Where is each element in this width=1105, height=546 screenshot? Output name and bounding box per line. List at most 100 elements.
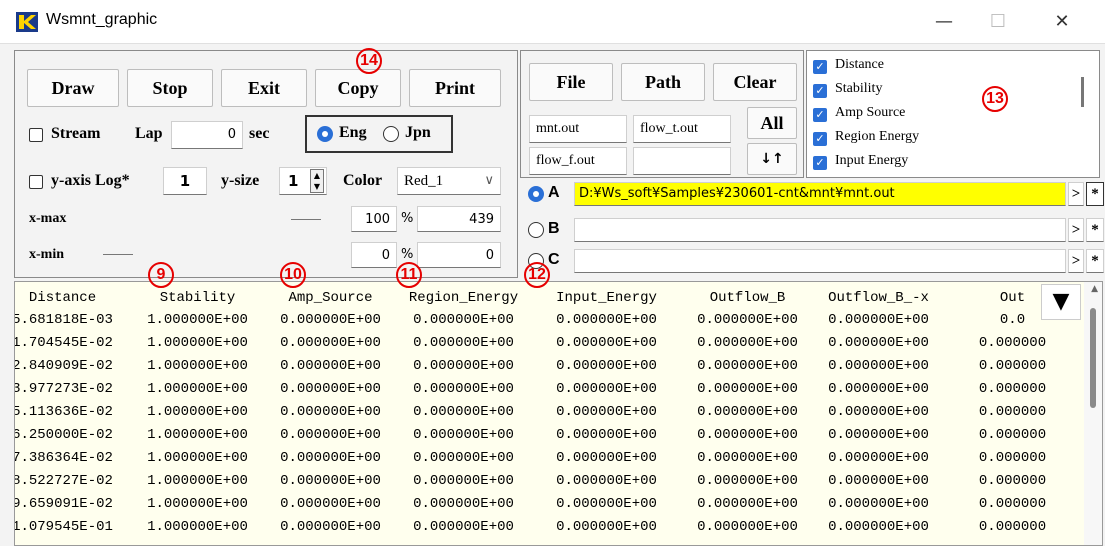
dropdown-triangle-icon[interactable]: ▼ <box>1041 284 1081 320</box>
series-checkbox[interactable]: ✓ <box>813 60 827 74</box>
data-table: Distance Stability Amp_Source Region_Energy… <box>14 281 1103 546</box>
control-panel: Draw Stop Exit Copy Print Stream Lap 0 s… <box>14 50 518 278</box>
table-cell: 0.000000 <box>978 473 1047 489</box>
draw-button[interactable]: Draw <box>27 69 119 107</box>
ylog-checkbox[interactable] <box>29 175 43 189</box>
path-a-star-button[interactable]: * <box>1086 182 1104 206</box>
column-header[interactable]: Distance <box>15 290 130 306</box>
series-checkbox[interactable]: ✓ <box>813 108 827 122</box>
path-c-input[interactable] <box>574 249 1066 273</box>
ysize-spinner-icon[interactable]: ▲ ▼ <box>310 169 324 193</box>
path-button[interactable]: Path <box>621 63 705 101</box>
ylog-input[interactable]: 1 <box>163 167 207 195</box>
path-a-input[interactable]: D:¥Ws_soft¥Samples¥230601-cnt&mnt¥mnt.ou… <box>574 182 1066 206</box>
table-cell: 1.000000E+00 <box>147 519 248 535</box>
series-label: Amp Source <box>835 105 906 120</box>
ysize-label: y-size <box>221 172 260 189</box>
series-checkbox[interactable]: ✓ <box>813 156 827 170</box>
stream-checkbox[interactable] <box>29 128 43 142</box>
xmin-value[interactable]: 0 <box>417 242 501 268</box>
table-cell: 0.000000E+00 <box>413 473 514 489</box>
xmax-slider[interactable] <box>291 219 321 220</box>
color-select[interactable]: Red_1 ∨ <box>397 167 501 195</box>
close-button[interactable]: ✕ <box>1040 6 1084 38</box>
lap-input[interactable]: 0 <box>171 121 243 149</box>
sec-label: sec <box>249 125 270 142</box>
table-cell: 0.000000E+00 <box>556 381 657 397</box>
table-cell: 0.000000E+00 <box>828 312 929 328</box>
series-label: Input Energy <box>835 153 909 168</box>
table-cell: 0.000000E+00 <box>828 335 929 351</box>
table-cell: 2.840909E-02 <box>14 358 113 374</box>
minimize-button[interactable]: — <box>922 6 966 38</box>
scroll-thumb[interactable] <box>1090 308 1096 408</box>
column-header[interactable]: Region_Energy <box>396 290 531 306</box>
flow-f-out-field[interactable]: flow_f.out <box>529 147 627 175</box>
table-cell: 1.000000E+00 <box>147 427 248 443</box>
column-header[interactable]: Stability <box>130 290 265 306</box>
table-cell: 0.000000E+00 <box>828 358 929 374</box>
path-b-arrow-button[interactable]: > <box>1068 218 1084 242</box>
xmax-value[interactable]: 439 <box>417 206 501 232</box>
series-scrollbar[interactable] <box>1081 77 1084 107</box>
series-checkbox[interactable]: ✓ <box>813 132 827 146</box>
flow-t-out-field[interactable]: flow_t.out <box>633 115 731 143</box>
table-cell: 0.000000E+00 <box>697 450 798 466</box>
column-header[interactable]: Outflow_B <box>680 290 815 306</box>
table-cell: 0.000000E+00 <box>697 404 798 420</box>
maximize-button[interactable]: ☐ <box>976 6 1020 38</box>
table-cell: 1.000000E+00 <box>147 496 248 512</box>
path-a-arrow-button[interactable]: > <box>1068 182 1084 206</box>
clear-button[interactable]: Clear <box>713 63 797 101</box>
xmax-percent[interactable]: 100 <box>351 206 397 232</box>
copy-button[interactable]: Copy <box>315 69 401 107</box>
mnt-out-field[interactable]: mnt.out <box>529 115 627 143</box>
eng-radio[interactable] <box>317 126 333 142</box>
scroll-up-icon[interactable]: ▲ <box>1091 284 1098 294</box>
table-cell: 0.000000E+00 <box>280 519 381 535</box>
path-b-input[interactable] <box>574 218 1066 242</box>
table-cell: 0.000000E+00 <box>280 404 381 420</box>
column-header[interactable]: Outflow_B_-x <box>811 290 946 306</box>
table-cell: 0.000000E+00 <box>697 519 798 535</box>
series-checkbox[interactable]: ✓ <box>813 84 827 98</box>
print-button[interactable]: Print <box>409 69 501 107</box>
xmin-percent[interactable]: 0 <box>351 242 397 268</box>
column-header[interactable]: Amp_Source <box>263 290 398 306</box>
table-cell: 1.000000E+00 <box>147 473 248 489</box>
file-button[interactable]: File <box>529 63 613 101</box>
series-label: Stability <box>835 81 883 96</box>
table-cell: 6.250000E-02 <box>14 427 113 443</box>
swap-button[interactable]: ↓↑ <box>747 143 797 175</box>
table-cell: 5.113636E-02 <box>14 404 113 420</box>
color-label: Color <box>343 172 383 189</box>
path-b-star-button[interactable]: * <box>1086 218 1104 242</box>
radio-b[interactable] <box>528 222 544 238</box>
table-cell: 0.000000E+00 <box>556 450 657 466</box>
path-c-arrow-button[interactable]: > <box>1068 249 1084 273</box>
table-cell: 1.000000E+00 <box>147 450 248 466</box>
radio-a[interactable] <box>528 186 544 202</box>
table-cell: 0.000000 <box>978 519 1047 535</box>
table-cell: 0.000000E+00 <box>828 427 929 443</box>
all-button[interactable]: All <box>747 107 797 139</box>
table-cell: 0.000000E+00 <box>556 404 657 420</box>
flow-f-value-field[interactable] <box>633 147 731 175</box>
xmin-label: x-min <box>29 247 64 262</box>
eng-label: Eng <box>339 124 367 141</box>
path-c-star-button[interactable]: * <box>1086 249 1104 273</box>
stop-button[interactable]: Stop <box>127 69 213 107</box>
series-list: ✓ Distance ✓ Stability ✓ Amp Source ✓ Region En… <box>806 50 1100 178</box>
path-b-label: B <box>548 220 560 237</box>
table-cell: 0.000000E+00 <box>697 381 798 397</box>
exit-button[interactable]: Exit <box>221 69 307 107</box>
table-cell: 1.000000E+00 <box>147 335 248 351</box>
table-cell: 0.000000E+00 <box>556 358 657 374</box>
table-cell: 0.000000E+00 <box>413 335 514 351</box>
column-header[interactable]: Input_Energy <box>539 290 674 306</box>
table-scrollbar[interactable]: ▲ <box>1084 282 1102 545</box>
table-cell: 8.522727E-02 <box>14 473 113 489</box>
table-cell: 1.000000E+00 <box>147 404 248 420</box>
xmin-slider[interactable] <box>103 254 133 255</box>
jpn-radio[interactable] <box>383 126 399 142</box>
